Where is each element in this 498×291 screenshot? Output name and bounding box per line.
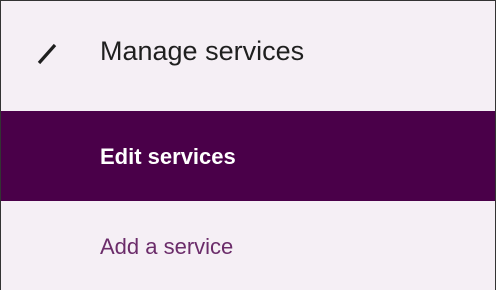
menu-item-label: Add a service — [100, 234, 234, 259]
menu-item-edit-services[interactable]: Edit services — [1, 111, 495, 201]
panel-header: Manage services — [1, 1, 495, 107]
manage-services-panel: Manage services Edit services Add a serv… — [0, 0, 496, 290]
pencil-icon — [34, 41, 60, 67]
menu-item-label: Edit services — [100, 144, 236, 169]
menu-item-add-a-service[interactable]: Add a service — [1, 201, 495, 291]
panel-title: Manage services — [100, 36, 305, 66]
